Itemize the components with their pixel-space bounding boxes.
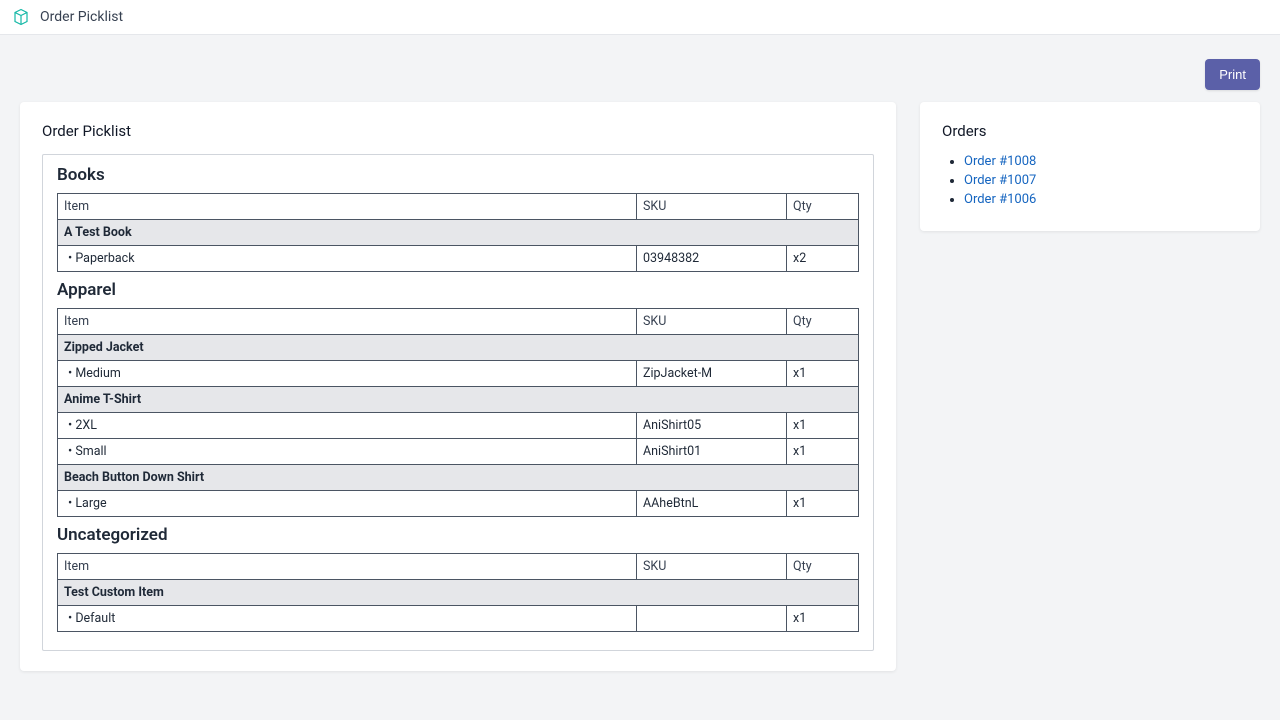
product-name: Zipped Jacket [58, 335, 859, 361]
sku-cell: ZipJacket-M [637, 361, 787, 387]
variant-cell: Medium [58, 361, 637, 387]
product-group-row: Anime T-Shirt [58, 387, 859, 413]
variant-cell: Paperback [58, 246, 637, 272]
card-title: Order Picklist [42, 122, 874, 140]
list-item: Order #1007 [964, 173, 1238, 188]
col-qty: Qty [787, 309, 859, 335]
sku-cell: 03948382 [637, 246, 787, 272]
product-group-row: Zipped Jacket [58, 335, 859, 361]
category-title: Uncategorized [57, 525, 859, 545]
print-button[interactable]: Print [1205, 59, 1260, 90]
product-group-row: Beach Button Down Shirt [58, 465, 859, 491]
picklist-card: Order Picklist BooksItemSKUQtyA Test Boo… [20, 102, 896, 671]
col-item: Item [58, 309, 637, 335]
app-icon [12, 8, 30, 26]
qty-cell: x1 [787, 606, 859, 632]
product-name: Beach Button Down Shirt [58, 465, 859, 491]
sku-cell: AniShirt05 [637, 413, 787, 439]
col-qty: Qty [787, 194, 859, 220]
col-sku: SKU [637, 554, 787, 580]
table-row: LargeAAheBtnLx1 [58, 491, 859, 517]
col-qty: Qty [787, 554, 859, 580]
table-row: Default x1 [58, 606, 859, 632]
app-title: Order Picklist [40, 9, 123, 25]
variant-cell: 2XL [58, 413, 637, 439]
table-row: MediumZipJacket-Mx1 [58, 361, 859, 387]
order-link[interactable]: Order #1007 [964, 173, 1036, 188]
category-title: Apparel [57, 280, 859, 300]
variant-cell: Default [58, 606, 637, 632]
col-sku: SKU [637, 194, 787, 220]
product-name: A Test Book [58, 220, 859, 246]
sku-cell: AniShirt01 [637, 439, 787, 465]
sku-cell [637, 606, 787, 632]
variant-cell: Small [58, 439, 637, 465]
qty-cell: x1 [787, 439, 859, 465]
picklist-body: BooksItemSKUQtyA Test BookPaperback03948… [42, 154, 874, 651]
table-row: SmallAniShirt01x1 [58, 439, 859, 465]
table-row: Paperback03948382x2 [58, 246, 859, 272]
picklist-table: ItemSKUQtyA Test BookPaperback03948382x2 [57, 193, 859, 272]
list-item: Order #1006 [964, 192, 1238, 207]
order-link[interactable]: Order #1006 [964, 192, 1036, 207]
sku-cell: AAheBtnL [637, 491, 787, 517]
variant-cell: Large [58, 491, 637, 517]
product-group-row: Test Custom Item [58, 580, 859, 606]
col-item: Item [58, 554, 637, 580]
orders-title: Orders [942, 122, 1238, 140]
qty-cell: x1 [787, 413, 859, 439]
orders-list: Order #1008 Order #1007 Order #1006 [942, 154, 1238, 207]
col-sku: SKU [637, 309, 787, 335]
qty-cell: x1 [787, 361, 859, 387]
product-name: Anime T-Shirt [58, 387, 859, 413]
table-row: 2XLAniShirt05x1 [58, 413, 859, 439]
topbar: Order Picklist [0, 0, 1280, 35]
picklist-table: ItemSKUQtyTest Custom ItemDefault x1 [57, 553, 859, 632]
product-name: Test Custom Item [58, 580, 859, 606]
list-item: Order #1008 [964, 154, 1238, 169]
product-group-row: A Test Book [58, 220, 859, 246]
qty-cell: x2 [787, 246, 859, 272]
actions-bar: Print [20, 51, 1260, 102]
order-link[interactable]: Order #1008 [964, 154, 1036, 169]
qty-cell: x1 [787, 491, 859, 517]
category-title: Books [57, 165, 859, 185]
picklist-table: ItemSKUQtyZipped JacketMediumZipJacket-M… [57, 308, 859, 517]
orders-card: Orders Order #1008 Order #1007 Order #1006 [920, 102, 1260, 231]
col-item: Item [58, 194, 637, 220]
